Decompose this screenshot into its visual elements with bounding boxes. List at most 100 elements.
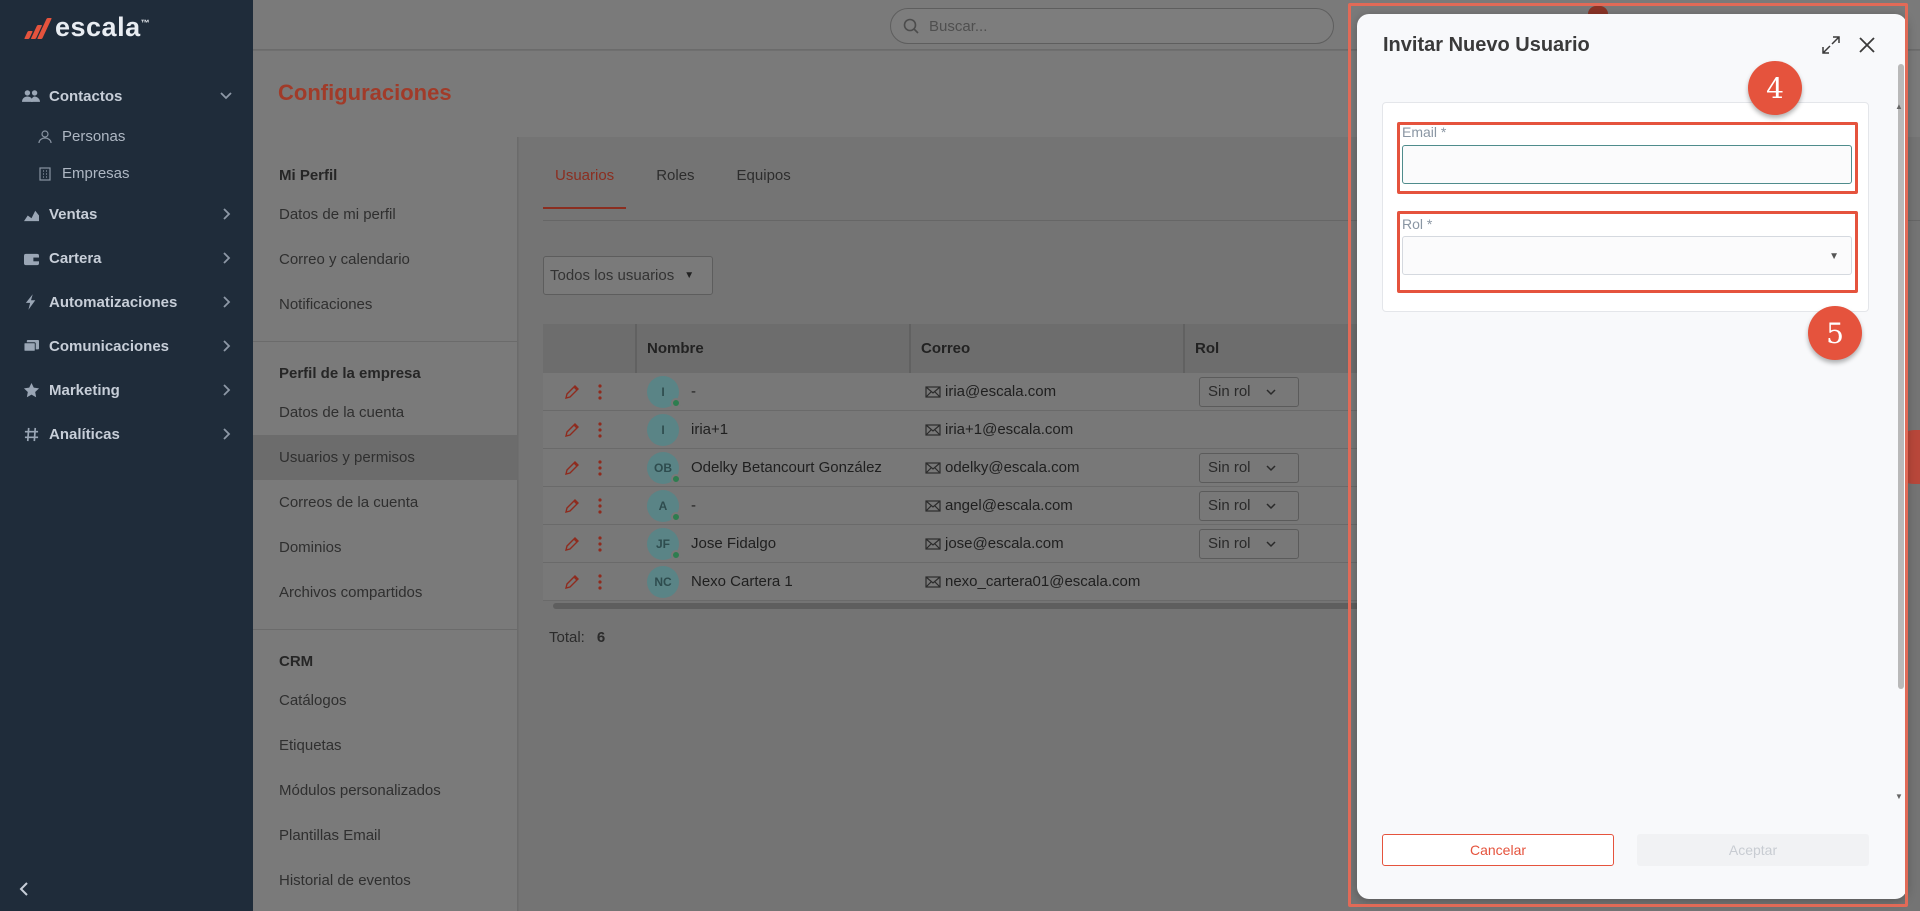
collapse-sidebar-icon[interactable]: [16, 881, 32, 897]
edit-icon[interactable]: [563, 573, 581, 591]
settings-item-etiquetas[interactable]: Etiquetas: [253, 723, 517, 768]
nav-item-cartera[interactable]: Cartera: [0, 236, 253, 280]
more-options-icon[interactable]: [591, 459, 609, 477]
row-name-cell: OB Odelky Betancourt González: [637, 451, 911, 484]
chart-icon: [22, 205, 40, 223]
row-rol-select[interactable]: Sin rol: [1199, 528, 1299, 559]
more-options-icon[interactable]: [591, 383, 609, 401]
more-options-icon[interactable]: [591, 497, 609, 515]
edit-icon[interactable]: [563, 383, 581, 401]
row-actions: [543, 535, 637, 553]
settings-item-catalogos[interactable]: Catálogos: [253, 678, 517, 723]
row-rol-cell: Sin rol: [1185, 528, 1363, 559]
row-name-cell: JF Jose Fidalgo: [637, 527, 911, 560]
header-correo[interactable]: Correo: [911, 324, 1185, 373]
search-input[interactable]: [929, 17, 1309, 35]
person-icon: [38, 129, 52, 143]
settings-nav: Mi Perfil Datos de mi perfil Correo y ca…: [253, 137, 518, 911]
app-logo[interactable]: escala™: [24, 12, 150, 43]
nav-subitem-empresas[interactable]: Empresas: [0, 155, 253, 192]
row-rol-select[interactable]: Sin rol: [1199, 490, 1299, 521]
chevron-down-icon: [1266, 464, 1276, 471]
cancel-button[interactable]: Cancelar: [1382, 834, 1614, 866]
rol-select-value: Sin rol: [1208, 497, 1251, 514]
modal-scrollbar[interactable]: [1898, 64, 1904, 689]
settings-item-plantillas[interactable]: Plantillas Email: [253, 813, 517, 858]
nav-subitem-personas[interactable]: Personas: [0, 118, 253, 155]
settings-item-datos-cuenta[interactable]: Datos de la cuenta: [253, 390, 517, 435]
user-email: odelky@escala.com: [945, 459, 1080, 476]
avatar: JF: [647, 527, 681, 560]
row-actions: [543, 421, 637, 439]
user-email: jose@escala.com: [945, 535, 1064, 552]
settings-item-correo-calendario[interactable]: Correo y calendario: [253, 237, 517, 282]
row-rol-cell: Sin rol: [1185, 490, 1363, 521]
table-row[interactable]: I iria+1 iria+1@escala.com: [543, 411, 1363, 449]
hash-icon: [22, 425, 40, 443]
settings-item-notificaciones[interactable]: Notificaciones: [253, 282, 517, 327]
total-label: Total:: [549, 629, 585, 646]
nav-item-marketing[interactable]: Marketing: [0, 368, 253, 412]
settings-section-title: Mi Perfil: [279, 166, 338, 184]
tab-roles[interactable]: Roles: [644, 167, 706, 209]
row-name-cell: I iria+1: [637, 413, 911, 446]
settings-item-datos-perfil[interactable]: Datos de mi perfil: [253, 192, 517, 237]
chevron-right-icon: [223, 340, 231, 352]
avatar-initials: I: [661, 422, 665, 437]
chevron-right-icon: [223, 252, 231, 264]
table-row[interactable]: OB Odelky Betancourt González odelky@esc…: [543, 449, 1363, 487]
expand-icon[interactable]: [1821, 35, 1841, 55]
highlight-email-box: [1397, 122, 1858, 194]
user-email: nexo_cartera01@escala.com: [945, 573, 1141, 590]
horizontal-scrollbar[interactable]: [553, 603, 1363, 609]
settings-item-dominios[interactable]: Dominios: [253, 525, 517, 570]
row-rol-select[interactable]: Sin rol: [1199, 452, 1299, 483]
scroll-up-icon[interactable]: ▲: [1895, 102, 1903, 111]
table-row[interactable]: NC Nexo Cartera 1 nexo_cartera01@escala.…: [543, 563, 1363, 601]
page-title: Configuraciones: [278, 80, 452, 105]
users-filter-select[interactable]: Todos los usuarios ▼: [543, 256, 713, 295]
nav-subitem-label: Personas: [62, 128, 126, 145]
edit-icon[interactable]: [563, 421, 581, 439]
more-options-icon[interactable]: [591, 421, 609, 439]
table-row[interactable]: A - angel@escala.com Sin rol: [543, 487, 1363, 525]
accept-button[interactable]: Aceptar: [1637, 834, 1869, 866]
nav-item-label: Contactos: [49, 87, 123, 105]
user-name: Jose Fidalgo: [691, 535, 777, 552]
building-icon: [39, 166, 51, 181]
settings-item-correos-cuenta[interactable]: Correos de la cuenta: [253, 480, 517, 525]
settings-item-historial[interactable]: Historial de eventos: [253, 858, 517, 903]
edit-icon[interactable]: [563, 459, 581, 477]
table-row[interactable]: I - iria@escala.com Sin rol: [543, 373, 1363, 411]
nav-item-label: Ventas: [49, 205, 98, 223]
nav-item-automatizaciones[interactable]: Automatizaciones: [0, 280, 253, 324]
nav-item-contactos[interactable]: Contactos: [0, 74, 253, 118]
avatar: A: [647, 489, 681, 522]
close-icon[interactable]: [1857, 35, 1877, 55]
main-nav: Contactos Personas Empresas Ventas Carte…: [0, 74, 253, 456]
nav-item-label: Automatizaciones: [49, 293, 178, 311]
edit-icon[interactable]: [563, 535, 581, 553]
edit-icon[interactable]: [563, 497, 581, 515]
nav-item-ventas[interactable]: Ventas: [0, 192, 253, 236]
settings-item-usuarios-permisos[interactable]: Usuarios y permisos: [253, 435, 517, 480]
step-badge-5: 5: [1808, 306, 1862, 360]
nav-item-analiticas[interactable]: Analíticas: [0, 412, 253, 456]
header-rol[interactable]: Rol: [1185, 324, 1363, 373]
more-options-icon[interactable]: [591, 535, 609, 553]
global-search[interactable]: [890, 8, 1334, 44]
row-rol-select[interactable]: Sin rol: [1199, 376, 1299, 407]
more-options-icon[interactable]: [591, 573, 609, 591]
online-status-icon: [671, 473, 681, 484]
table-row[interactable]: JF Jose Fidalgo jose@escala.com Sin rol: [543, 525, 1363, 563]
settings-item-modulos[interactable]: Módulos personalizados: [253, 768, 517, 813]
settings-item-archivos[interactable]: Archivos compartidos: [253, 570, 517, 615]
header-nombre[interactable]: Nombre: [637, 324, 911, 373]
tab-equipos[interactable]: Equipos: [725, 167, 803, 209]
tab-usuarios[interactable]: Usuarios: [543, 167, 627, 209]
step-badge-4: 4: [1748, 61, 1802, 115]
nav-item-comunicaciones[interactable]: Comunicaciones: [0, 324, 253, 368]
scroll-down-icon[interactable]: ▼: [1895, 792, 1903, 801]
avatar: NC: [647, 565, 679, 598]
user-name: -: [691, 497, 696, 514]
